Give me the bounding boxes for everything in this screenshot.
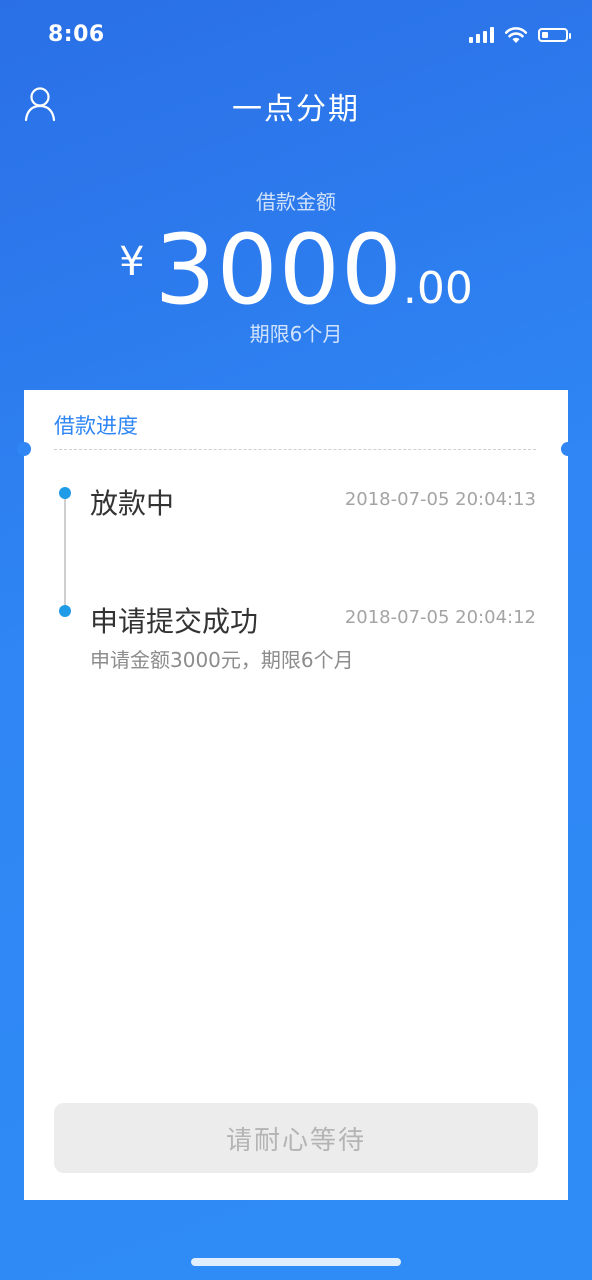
dashed-divider: [54, 449, 536, 450]
step-title: 放款中: [90, 487, 175, 520]
loan-amount: ¥3000.00: [0, 214, 592, 326]
step-time: 2018-07-05 20:04:13: [344, 489, 536, 510]
wifi-icon: [504, 27, 528, 43]
status-time: 8:06: [48, 22, 105, 47]
page-title: 一点分期: [232, 92, 360, 127]
timeline-dot: [59, 605, 71, 617]
loan-amount-decimal: .00: [402, 263, 473, 314]
step-description: 申请金额3000元，期限6个月: [90, 648, 354, 672]
loan-amount-integer: 3000: [154, 214, 403, 326]
status-icons: [469, 26, 571, 44]
step-time: 2018-07-05 20:04:12: [344, 607, 536, 628]
timeline-line: [64, 494, 66, 614]
step-title: 申请提交成功: [90, 605, 259, 638]
card-notch-left: [17, 442, 31, 456]
card-notch-right: [561, 442, 575, 456]
nav-bar: 一点分期: [0, 72, 592, 136]
wait-button[interactable]: 请耐心等待: [54, 1103, 538, 1173]
loan-term: 期限6个月: [249, 322, 343, 346]
progress-card: 借款进度 放款中 2018-07-05 20:04:13 申请提交成功 2018…: [17, 390, 575, 1200]
progress-title: 借款进度: [54, 414, 138, 438]
timeline-dot: [59, 487, 71, 499]
home-indicator[interactable]: [191, 1258, 401, 1266]
status-bar: 8:06: [0, 0, 592, 72]
battery-icon: [538, 28, 571, 42]
battery-fill: [542, 32, 548, 38]
signal-icon: [469, 27, 494, 43]
loan-amount-label: 借款金额: [256, 190, 336, 214]
currency-symbol: ¥: [119, 239, 145, 285]
